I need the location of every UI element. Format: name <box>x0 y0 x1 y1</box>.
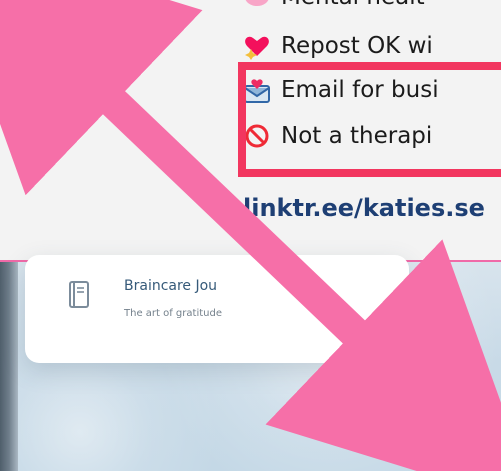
bio-line-text: Mental healt <box>281 0 425 10</box>
bio-line-mental-health: Mental healt <box>243 0 425 17</box>
sparkling-heart-icon <box>243 32 271 60</box>
journal-subtitle: The art of gratitude <box>124 308 222 319</box>
profile-bio-panel: Mental healt Repost OK wi Email for busi <box>0 0 501 262</box>
brain-emoji-icon <box>243 0 271 11</box>
journal-icon <box>68 280 90 309</box>
screenshot-canvas: Mental healt Repost OK wi Email for busi <box>0 0 501 471</box>
bio-link[interactable]: linktr.ee/katies.se <box>243 194 485 222</box>
braincare-journal-card[interactable]: Braincare Jou The art of gratitude <box>25 255 409 363</box>
left-shadow-edge <box>0 262 18 471</box>
annotation-highlight-box <box>238 62 501 177</box>
journal-title: Braincare Jou <box>124 278 218 294</box>
bio-line-repost: Repost OK wi <box>243 26 433 66</box>
bio-line-text: Repost OK wi <box>281 33 433 59</box>
